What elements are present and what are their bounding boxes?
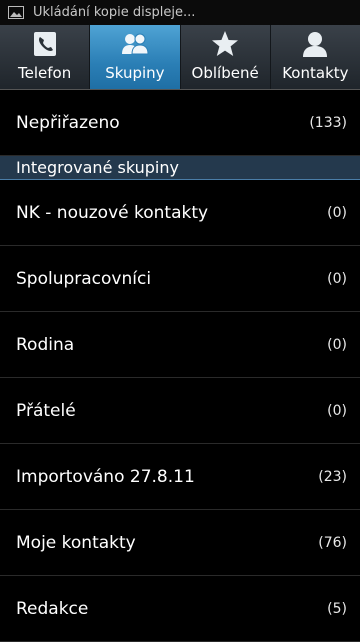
group-name: Moje kontakty — [16, 532, 136, 553]
group-name: Rodina — [16, 334, 75, 355]
groups-list: Nepřiřazeno (133) Integrované skupiny NK… — [0, 90, 360, 642]
star-icon — [212, 31, 239, 56]
group-count: (133) — [309, 114, 347, 131]
group-name: Přátelé — [16, 400, 76, 421]
list-item-unassigned[interactable]: Nepřiřazeno (133) — [0, 90, 360, 156]
list-item[interactable]: Redakce (5) — [0, 576, 360, 642]
group-name: NK - nouzové kontakty — [16, 202, 209, 223]
list-item[interactable]: Importováno 27.8.11 (23) — [0, 444, 360, 510]
group-count: (0) — [327, 204, 347, 221]
list-item[interactable]: Moje kontakty (76) — [0, 510, 360, 576]
list-item[interactable]: NK - nouzové kontakty (0) — [0, 180, 360, 246]
screenshot-image-icon — [8, 6, 24, 19]
phone-icon — [33, 32, 56, 56]
tab-telefon[interactable]: Telefon — [0, 25, 91, 89]
section-title: Integrované skupiny — [16, 158, 179, 177]
group-name: Redakce — [16, 598, 89, 619]
group-count: (5) — [327, 600, 347, 617]
tab-bar: Telefon Skupiny Oblíbené Kontakty — [0, 25, 360, 90]
tab-label: Oblíbené — [191, 64, 259, 82]
list-item[interactable]: Spolupracovníci (0) — [0, 246, 360, 312]
list-item[interactable]: Rodina (0) — [0, 312, 360, 378]
group-name: Nepřiřazeno — [16, 112, 120, 133]
groups-icon — [121, 33, 149, 55]
group-count: (23) — [318, 468, 347, 485]
tab-label: Kontakty — [282, 64, 349, 82]
tab-oblibene[interactable]: Oblíbené — [181, 25, 271, 89]
group-count: (76) — [318, 534, 347, 551]
group-name: Spolupracovníci — [16, 268, 152, 289]
list-item[interactable]: Přátelé (0) — [0, 378, 360, 444]
group-count: (0) — [327, 270, 347, 287]
group-count: (0) — [327, 336, 347, 353]
status-bar: Ukládání kopie displeje... — [0, 0, 360, 25]
section-header: Integrované skupiny — [0, 156, 360, 180]
group-count: (0) — [327, 402, 347, 419]
tab-skupiny[interactable]: Skupiny — [90, 25, 181, 89]
status-notification-text: Ukládání kopie displeje... — [33, 5, 196, 20]
tab-label: Telefon — [18, 64, 72, 82]
group-name: Importováno 27.8.11 — [16, 466, 195, 487]
person-icon — [303, 32, 328, 57]
tab-kontakty[interactable]: Kontakty — [271, 25, 360, 89]
tab-label: Skupiny — [105, 64, 165, 82]
